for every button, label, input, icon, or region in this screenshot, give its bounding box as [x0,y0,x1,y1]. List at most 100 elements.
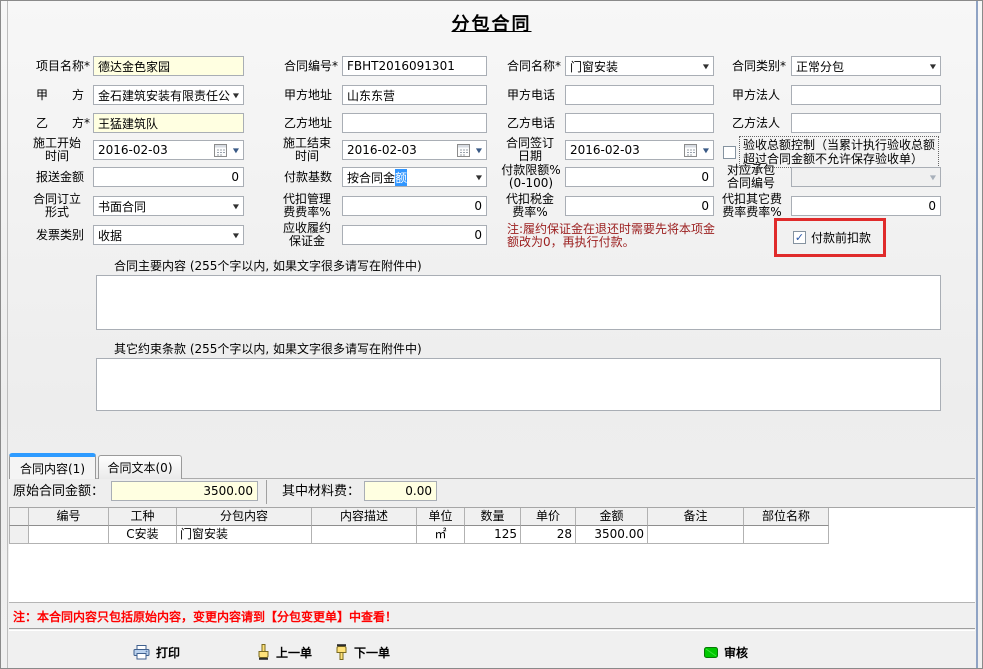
accept-total-control-checkbox[interactable] [723,146,736,159]
grid-cell[interactable] [648,526,744,544]
audit-button[interactable]: 审核 [704,643,748,661]
pre-payment-deduction-label[interactable]: 付款前扣款 [811,231,871,245]
mgmt-fee-rate-label: 代扣管理费费率% [276,193,338,219]
grid-row-indicator[interactable] [9,526,29,544]
grid-header-cell[interactable]: 备注 [648,508,744,526]
contract-no-input[interactable]: FBHT2016091301 [342,56,487,76]
calendar-icon [457,144,470,157]
audit-green-icon [704,647,718,658]
chevron-down-icon: ▼ [927,173,936,180]
grid-cell[interactable]: ㎡ [417,526,465,544]
deposit-label: 应收履约保证金 [276,222,338,248]
party-b-legal-label: 乙方法人 [732,116,780,130]
print-button[interactable]: 打印 [133,643,180,661]
party-b-legal-input[interactable] [791,113,941,133]
footer-note: 注：本合同内容只包括原始内容，变更内容请到【分包变更单】中查看！ [13,608,397,625]
grid-cell[interactable] [744,526,829,544]
calendar-picker-button[interactable]: ▼ [684,144,709,157]
other-fee-rate-label: 代扣其它费费率费率% [715,193,789,219]
chevron-down-icon[interactable]: ▼ [700,62,709,69]
contract-name-dropdown[interactable]: 门窗安装▼ [565,56,714,76]
invoice-type-dropdown[interactable]: 收据▼ [93,225,244,245]
party-a-legal-label: 甲方法人 [732,88,780,102]
party-a-address-input[interactable]: 山东东营 [342,85,487,105]
prev-record-button[interactable]: 上一单 [257,643,312,661]
project-name-input[interactable]: 德达金色家园 [93,56,244,76]
start-date-label: 施工开始时间 [26,137,88,163]
grid-cell[interactable]: C安装 [109,526,177,544]
next-record-button[interactable]: 下一单 [335,643,390,661]
contract-form-dropdown[interactable]: 书面合同▼ [93,196,244,216]
deposit-note: 注:履约保证金在退还时需要先将本项金额改为0，再执行付款。 [507,223,715,249]
grid-header-cell[interactable]: 单位 [417,508,465,526]
project-name-label: 项目名称* [36,59,90,73]
party-b-label: 乙 方* [36,116,90,130]
page-title: 分包合同 [1,10,982,36]
contract-type-dropdown[interactable]: 正常分包▼ [791,56,941,76]
grid-header-cell[interactable]: 内容描述 [312,508,417,526]
invoice-type-label: 发票类别 [36,228,84,242]
grid-header-cell[interactable]: 分包内容 [177,508,312,526]
calendar-picker-button[interactable]: ▼ [214,144,239,157]
grid-header-cell[interactable]: 数量 [465,508,521,526]
grid-header-cell[interactable]: 金额 [576,508,648,526]
grid-header-cell[interactable]: 工种 [109,508,177,526]
original-amount-input[interactable]: 3500.00 [111,481,258,501]
tax-fee-rate-input[interactable]: 0 [565,196,714,216]
grid-cell[interactable] [29,526,109,544]
party-a-legal-input[interactable] [791,85,941,105]
window-border-left [7,1,8,668]
party-a-phone-input[interactable] [565,85,714,105]
summary-divider [266,480,267,504]
pay-base-dropdown[interactable]: 按合同金额▼ [342,167,487,187]
grid-header-cell[interactable]: 单价 [521,508,576,526]
check-icon: ✓ [795,233,804,243]
party-a-dropdown[interactable]: 金石建筑安装有限责任公司▼ [93,85,244,105]
grid-cell[interactable]: 3500.00 [576,526,648,544]
counter-contract-dropdown: ▼ [791,167,941,187]
contract-items-grid: 编号 工种 分包内容 内容描述 单位 数量 单价 金额 备注 部位名称 C安装 … [9,507,975,602]
pay-limit-label: 付款限额%(0-100) [499,164,563,190]
party-a-phone-label: 甲方电话 [507,88,555,102]
contract-name-label: 合同名称* [507,59,561,73]
hand-down-icon [335,644,348,660]
material-fee-label: 其中材料费： [282,485,360,499]
chevron-down-icon[interactable]: ▼ [230,202,239,209]
calendar-icon [684,144,697,157]
end-date-input[interactable]: 2016-02-03 ▼ [342,140,487,160]
party-b-phone-input[interactable] [565,113,714,133]
mgmt-fee-rate-input[interactable]: 0 [342,196,487,216]
sign-date-input[interactable]: 2016-02-03 ▼ [565,140,714,160]
original-amount-label: 原始合同金额： [13,485,104,499]
party-b-input[interactable]: 王猛建筑队 [93,113,244,133]
grid-header-cell[interactable]: 编号 [29,508,109,526]
counter-contract-label: 对应承包合同编号 [715,164,787,190]
grid-row[interactable]: C安装 门窗安装 ㎡ 125 28 3500.00 [9,526,829,544]
main-content-textarea[interactable] [96,275,941,330]
grid-cell[interactable] [312,526,417,544]
other-terms-textarea[interactable] [96,358,941,411]
party-b-address-input[interactable] [342,113,487,133]
grid-cell[interactable]: 门窗安装 [177,526,312,544]
window-border-right [976,1,978,668]
grid-cell[interactable]: 28 [521,526,576,544]
start-date-input[interactable]: 2016-02-03 ▼ [93,140,244,160]
chevron-down-icon[interactable]: ▼ [927,62,936,69]
pay-limit-input[interactable]: 0 [565,167,714,187]
report-amount-input[interactable]: 0 [93,167,244,187]
calendar-picker-button[interactable]: ▼ [457,144,482,157]
tab-contract-content[interactable]: 合同内容(1) [9,453,96,479]
grid-cell[interactable]: 125 [465,526,521,544]
selected-text: 额 [395,169,407,186]
pre-payment-deduction-checkbox[interactable]: ✓ [793,231,806,244]
material-fee-input[interactable]: 0.00 [364,481,437,501]
deposit-input[interactable]: 0 [342,225,487,245]
contract-no-label: 合同编号* [284,59,338,73]
chevron-down-icon[interactable]: ▼ [230,91,239,98]
grid-header-cell[interactable]: 部位名称 [744,508,829,526]
tab-contract-text[interactable]: 合同文本(0) [98,455,182,479]
chevron-down-icon[interactable]: ▼ [230,231,239,238]
other-fee-rate-input[interactable]: 0 [791,196,941,216]
main-content-label: 合同主要内容 (255个字以内, 如果文字很多请写在附件中) [114,259,422,273]
chevron-down-icon[interactable]: ▼ [473,173,482,180]
